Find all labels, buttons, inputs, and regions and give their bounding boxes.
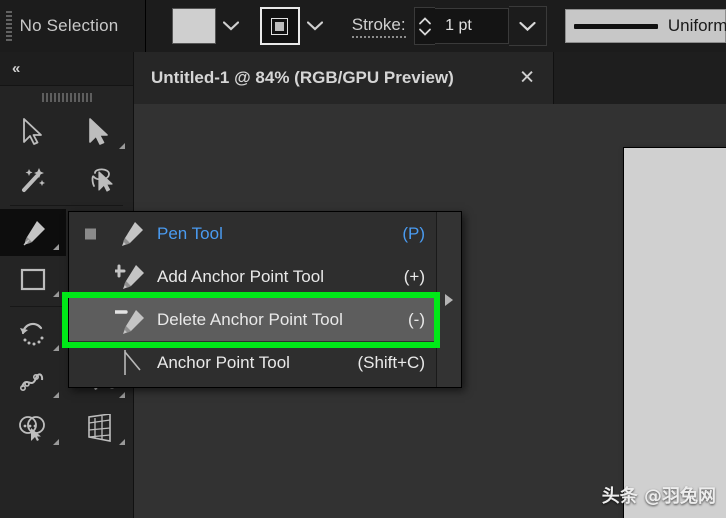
flyout-item-anchor-point-tool[interactable]: Anchor Point Tool (Shift+C) (69, 341, 435, 384)
direct-selection-tool-button[interactable] (66, 108, 132, 155)
illustrator-window: No Selection Stroke: 1 pt Uniform Untitl… (0, 0, 726, 518)
rotate-tool-icon (20, 322, 44, 345)
watermark-label: 头条 @羽兔网 (601, 486, 716, 507)
tool-group-corner-icon (119, 143, 125, 149)
flyout-item-shortcut: (-) (408, 309, 425, 329)
stroke-swatch[interactable] (259, 7, 300, 45)
rectangle-tool-icon (20, 268, 46, 290)
stroke-profile-dropdown[interactable]: Uniform (564, 9, 726, 43)
add-anchor-point-tool-icon (115, 262, 149, 292)
flyout-tearoff-strip[interactable] (436, 212, 461, 387)
stroke-profile-label: Uniform (667, 16, 726, 35)
stroke-weight-chevron-down-icon[interactable] (508, 6, 547, 46)
direct-selection-tool-icon (89, 117, 108, 145)
stroke-weight-label[interactable]: Stroke: (351, 15, 406, 38)
pen-tool-flyout-menu: Pen Tool (P) Add Anchor Point Tool (+) D… (68, 211, 462, 388)
pen-tool-button[interactable] (0, 209, 66, 256)
flyout-item-shortcut: (Shift+C) (357, 352, 425, 372)
pen-tool-icon (115, 219, 149, 249)
magic-wand-tool-icon (22, 167, 45, 192)
flyout-item-pen-tool[interactable]: Pen Tool (P) (69, 212, 435, 255)
shape-builder-tool-icon (19, 415, 45, 441)
uniform-stroke-preview-icon (573, 23, 658, 29)
flyout-item-label: Pen Tool (157, 223, 223, 243)
flyout-item-delete-anchor-point-tool[interactable]: Delete Anchor Point Tool (-) (69, 298, 435, 341)
lasso-tool-icon (91, 167, 113, 192)
width-tool-button[interactable] (0, 357, 66, 404)
artboard (623, 147, 726, 518)
selection-status-label: No Selection (19, 16, 119, 35)
perspective-grid-tool-icon (88, 413, 111, 442)
control-bar-drag-grip[interactable] (6, 11, 12, 41)
tools-panel-collapse-button[interactable]: « (0, 52, 133, 86)
triangle-right-icon (445, 293, 453, 306)
pen-tool-icon (23, 220, 45, 245)
tool-group-corner-icon (53, 291, 59, 297)
tool-group-corner-icon (119, 392, 125, 398)
tools-divider (10, 205, 123, 206)
control-bar: No Selection Stroke: 1 pt Uniform (0, 0, 726, 53)
width-tool-icon (19, 372, 44, 391)
drag-dots-icon (41, 92, 92, 102)
anchor-point-tool-icon (115, 348, 149, 378)
flyout-item-label: Add Anchor Point Tool (157, 266, 324, 286)
document-tab-title: Untitled-1 @ 84% (RGB/GPU Preview) (151, 68, 454, 87)
flyout-item-add-anchor-point-tool[interactable]: Add Anchor Point Tool (+) (69, 255, 435, 298)
lasso-tool-button[interactable] (66, 155, 132, 202)
flyout-item-shortcut: (P) (402, 223, 425, 243)
delete-anchor-point-tool-icon (115, 305, 149, 335)
flyout-item-label: Anchor Point Tool (157, 352, 290, 372)
tools-panel-drag-handle[interactable] (0, 86, 133, 108)
rectangle-tool-button[interactable] (0, 256, 66, 303)
tool-group-corner-icon (53, 345, 59, 351)
fill-dropdown-chevron-down-icon[interactable] (215, 9, 246, 43)
flyout-item-list: Pen Tool (P) Add Anchor Point Tool (+) D… (69, 212, 435, 387)
fill-swatch-group (171, 8, 246, 44)
stroke-weight-stepper[interactable] (413, 7, 436, 45)
stroke-swatch-group (259, 7, 330, 45)
tool-group-corner-icon (53, 439, 59, 445)
tool-group-corner-icon (53, 244, 59, 250)
rotate-tool-button[interactable] (0, 310, 66, 357)
current-tool-bullet-icon (85, 228, 96, 239)
perspective-grid-tool-button[interactable] (66, 404, 132, 451)
selection-tool-button[interactable] (0, 108, 66, 155)
tool-group-corner-icon (53, 392, 59, 398)
stroke-weight-input[interactable]: 1 pt (435, 8, 509, 44)
magic-wand-tool-button[interactable] (0, 155, 66, 202)
document-tab[interactable]: Untitled-1 @ 84% (RGB/GPU Preview) ✕ (133, 52, 554, 104)
selection-tool-icon (23, 117, 42, 145)
flyout-item-shortcut: (+) (403, 266, 425, 286)
flyout-item-label: Delete Anchor Point Tool (157, 309, 343, 329)
document-tab-strip: Untitled-1 @ 84% (RGB/GPU Preview) ✕ (133, 52, 726, 105)
control-bar-divider (144, 0, 146, 52)
close-icon[interactable]: ✕ (519, 69, 535, 88)
tool-group-corner-icon (119, 439, 125, 445)
shape-builder-tool-button[interactable] (0, 404, 66, 451)
stroke-dropdown-chevron-down-icon[interactable] (299, 9, 330, 43)
fill-swatch[interactable] (171, 8, 216, 44)
stroke-swatch-inner (271, 17, 289, 35)
double-chevron-left-icon: « (12, 60, 20, 77)
